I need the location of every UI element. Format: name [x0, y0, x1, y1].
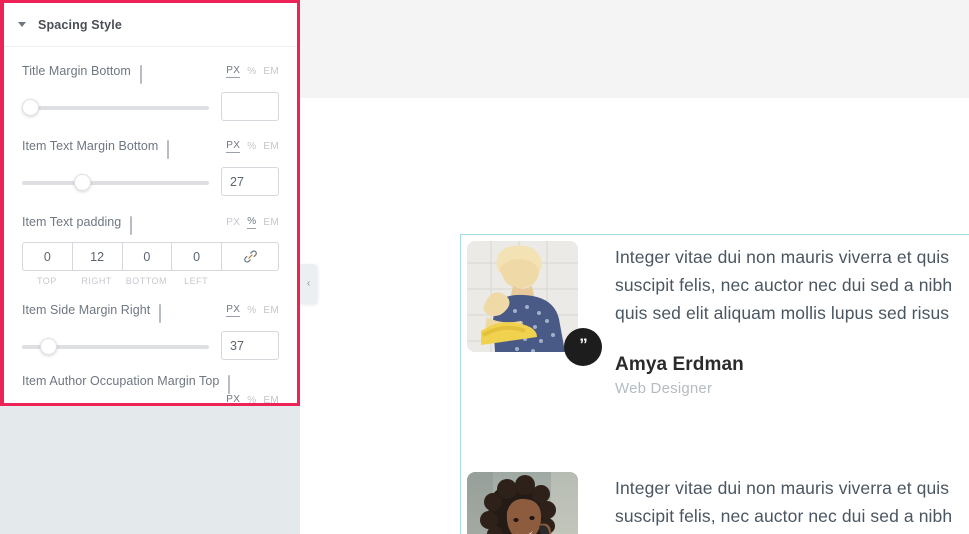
control-item-text-padding: Item Text padding PX % EM 0 12 0 0 TOP R…: [4, 210, 297, 286]
unit-switcher: PX % EM: [226, 394, 279, 403]
control-label: Title Margin Bottom: [22, 64, 131, 78]
unit-percent[interactable]: %: [247, 216, 257, 229]
control-label: Item Side Margin Right: [22, 303, 151, 317]
unit-percent[interactable]: %: [247, 395, 256, 403]
padding-bottom-input[interactable]: [121, 242, 172, 271]
padding-left-input[interactable]: [171, 242, 221, 271]
dimension-left: [171, 242, 221, 271]
testimonial-text-line: suscipit felis, nec auctor nec dui sed a…: [615, 506, 953, 526]
padding-top-input[interactable]: [22, 242, 72, 271]
control-item-author-occupation-margin-top: Item Author Occupation Margin Top PX % E…: [4, 374, 297, 403]
value-input-title-margin-bottom[interactable]: [221, 92, 279, 121]
slider-title-margin-bottom[interactable]: [22, 98, 209, 116]
unit-px[interactable]: PX: [226, 304, 241, 317]
caption-left: LEFT: [184, 276, 209, 286]
desktop-monitor-icon[interactable]: [159, 303, 172, 323]
padding-right-input[interactable]: [71, 242, 122, 271]
testimonial-text-line: Integer vitae dui non mauris viverra et …: [615, 247, 950, 267]
avatar: [467, 472, 578, 534]
unit-em[interactable]: EM: [263, 395, 279, 403]
control-label: Item Text padding: [22, 215, 122, 229]
unit-em[interactable]: EM: [263, 141, 279, 152]
unit-em[interactable]: EM: [263, 66, 279, 77]
caption-right: RIGHT: [81, 276, 112, 286]
link-chain-icon[interactable]: [221, 242, 279, 271]
dimension-top: [22, 242, 72, 271]
panel-collapse-handle[interactable]: ‹: [300, 264, 317, 304]
testimonial-author: Amya Erdman: [615, 354, 744, 375]
avatar-wrapper: ”: [467, 472, 578, 534]
unit-px[interactable]: PX: [226, 65, 241, 78]
dimension-captions: TOP RIGHT BOTTOM LEFT: [22, 271, 279, 286]
slider-thumb[interactable]: [74, 173, 91, 191]
testimonial-text-line: Integer vitae dui non mauris viverra et …: [615, 478, 950, 498]
quote-badge: ”: [564, 328, 602, 366]
unit-percent[interactable]: %: [247, 66, 256, 77]
editor-canvas: ” Integer vitae dui non mauris viverra e…: [300, 0, 969, 534]
spacing-style-panel: Spacing Style Title Margin Bottom PX % E…: [0, 0, 300, 406]
control-item-text-margin-bottom: Item Text Margin Bottom PX % EM: [4, 134, 297, 196]
section-title: Spacing Style: [38, 17, 122, 32]
unit-em[interactable]: EM: [263, 217, 279, 228]
caret-down-icon: [18, 22, 26, 27]
unit-px[interactable]: PX: [226, 217, 240, 228]
section-header-spacing-style[interactable]: Spacing Style: [4, 3, 297, 47]
desktop-monitor-icon[interactable]: [130, 215, 143, 235]
unit-px[interactable]: PX: [226, 394, 240, 403]
dimension-right: [71, 242, 122, 271]
value-input-item-side-margin-right[interactable]: [221, 331, 279, 360]
caption-top: TOP: [36, 276, 57, 286]
curly-hair-woman-on-phone-icon: [467, 472, 578, 534]
testimonial-body: Integer vitae dui non mauris viverra et …: [615, 241, 969, 397]
slider-thumb[interactable]: [22, 98, 39, 116]
caption-bottom: BOTTOM: [125, 276, 168, 286]
testimonial-item[interactable]: ” Integer vitae dui non mauris viverra e…: [461, 450, 969, 534]
slider-track: [22, 105, 209, 110]
control-title-margin-bottom: Title Margin Bottom PX % EM: [4, 59, 297, 121]
testimonial-body: Integer vitae dui non mauris viverra et …: [615, 472, 969, 530]
desktop-monitor-icon[interactable]: [167, 139, 180, 159]
chevron-left-icon: ‹: [306, 278, 311, 289]
testimonial-item[interactable]: ” Integer vitae dui non mauris viverra e…: [461, 235, 969, 450]
slider-track: [22, 180, 209, 185]
unit-switcher: PX % EM: [226, 216, 279, 229]
unit-em[interactable]: EM: [263, 305, 279, 316]
testimonial-occupation: Web Designer: [615, 380, 713, 397]
slider-thumb[interactable]: [40, 337, 57, 355]
canvas-top-strip: [300, 0, 969, 98]
slider-item-side-margin-right[interactable]: [22, 337, 209, 355]
testimonial-text-line: suscipit felis, nec auctor nec dui sed a…: [615, 275, 953, 295]
slider-item-text-margin-bottom[interactable]: [22, 173, 209, 191]
value-input-item-text-margin-bottom[interactable]: [221, 167, 279, 196]
unit-px[interactable]: PX: [226, 140, 241, 153]
avatar-wrapper: ”: [467, 241, 602, 366]
unit-percent[interactable]: %: [247, 141, 256, 152]
dimensions-inputs: [22, 242, 279, 271]
avatar: [467, 241, 578, 352]
unit-percent[interactable]: %: [247, 305, 256, 316]
desktop-monitor-icon[interactable]: [139, 64, 153, 84]
desktop-monitor-icon[interactable]: [228, 375, 241, 394]
unit-switcher: PX % EM: [226, 140, 279, 153]
control-label: Item Text Margin Bottom: [22, 139, 159, 153]
blonde-woman-portrait-icon: [467, 241, 578, 352]
testimonial-text-line: quis sed elit aliquam mollis lupus sed r…: [615, 303, 950, 323]
testimonial-widget[interactable]: ” Integer vitae dui non mauris viverra e…: [460, 234, 969, 534]
control-item-side-margin-right: Item Side Margin Right PX % EM: [4, 298, 297, 360]
dimension-bottom: [121, 242, 172, 271]
unit-switcher: PX % EM: [226, 65, 279, 78]
quote-glyph: ”: [579, 334, 587, 354]
control-label: Item Author Occupation Margin Top: [22, 374, 220, 388]
unit-switcher: PX % EM: [226, 304, 279, 317]
